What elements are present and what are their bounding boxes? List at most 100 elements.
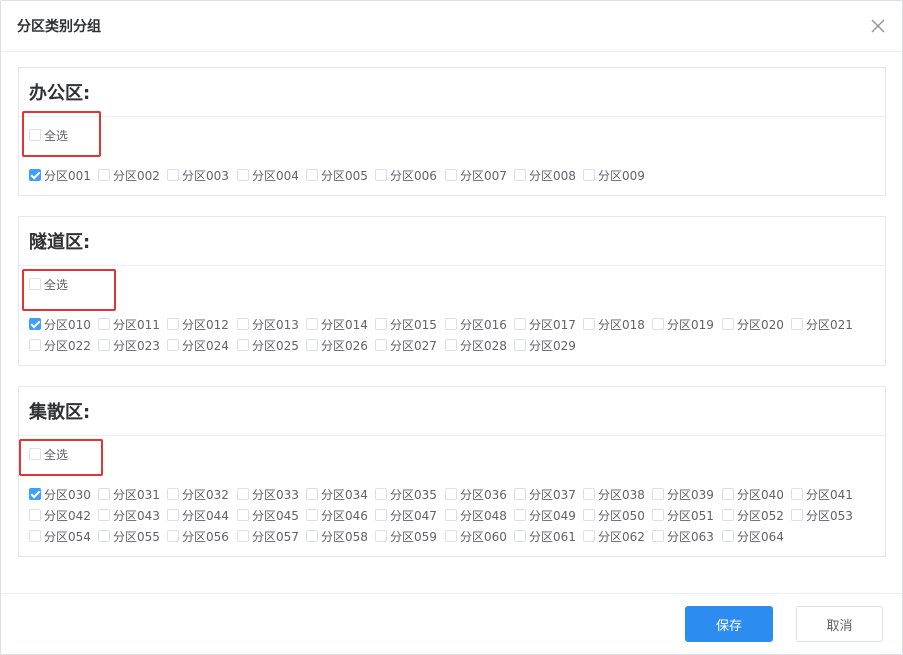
partition-checkbox[interactable]: 分区043 [98,506,160,524]
checkbox-box[interactable] [167,530,179,542]
partition-checkbox[interactable]: 分区030 [29,485,91,503]
partition-checkbox[interactable]: 分区053 [791,506,853,524]
checkbox-box[interactable] [445,488,457,500]
checkbox-box[interactable] [167,509,179,521]
checkbox-box[interactable] [375,488,387,500]
partition-checkbox[interactable]: 分区051 [652,506,714,524]
partition-checkbox[interactable]: 分区011 [98,315,160,333]
partition-checkbox[interactable]: 分区026 [306,336,368,354]
partition-checkbox[interactable]: 分区048 [445,506,507,524]
partition-checkbox[interactable]: 分区033 [237,485,299,503]
checkbox-box[interactable] [445,318,457,330]
select-all-checkbox[interactable]: 全选 [29,126,68,144]
partition-checkbox[interactable]: 分区019 [652,315,714,333]
partition-checkbox[interactable]: 分区028 [445,336,507,354]
partition-checkbox[interactable]: 分区046 [306,506,368,524]
checkbox-box[interactable] [237,318,249,330]
partition-checkbox[interactable]: 分区008 [514,166,576,184]
checkbox-box[interactable] [167,339,179,351]
checkbox-box[interactable] [652,488,664,500]
checkbox-box[interactable] [652,530,664,542]
close-icon[interactable] [869,17,887,35]
partition-checkbox[interactable]: 分区017 [514,315,576,333]
partition-checkbox[interactable]: 分区013 [237,315,299,333]
partition-checkbox[interactable]: 分区016 [445,315,507,333]
checkbox-box[interactable] [583,318,595,330]
partition-checkbox[interactable]: 分区055 [98,527,160,545]
checkbox-box[interactable] [583,530,595,542]
partition-checkbox[interactable]: 分区012 [167,315,229,333]
partition-checkbox[interactable]: 分区047 [375,506,437,524]
checkbox-box[interactable] [791,318,803,330]
checkbox-box[interactable] [167,318,179,330]
partition-checkbox[interactable]: 分区049 [514,506,576,524]
partition-checkbox[interactable]: 分区001 [29,166,91,184]
partition-checkbox[interactable]: 分区037 [514,485,576,503]
partition-checkbox[interactable]: 分区023 [98,336,160,354]
partition-checkbox[interactable]: 分区036 [445,485,507,503]
checkbox-box[interactable] [29,530,41,542]
partition-checkbox[interactable]: 分区020 [722,315,784,333]
checkbox-box[interactable] [237,530,249,542]
checkbox-box[interactable] [167,488,179,500]
partition-checkbox[interactable]: 分区010 [29,315,91,333]
checkbox-box[interactable] [29,278,41,290]
checkbox-box[interactable] [445,509,457,521]
checkbox-box[interactable] [167,169,179,181]
checkbox-box[interactable] [98,318,110,330]
partition-checkbox[interactable]: 分区002 [98,166,160,184]
checkbox-box[interactable] [375,318,387,330]
checkbox-box[interactable] [98,169,110,181]
partition-checkbox[interactable]: 分区063 [652,527,714,545]
partition-checkbox[interactable]: 分区009 [583,166,645,184]
partition-checkbox[interactable]: 分区018 [583,315,645,333]
checkbox-box[interactable] [29,339,41,351]
partition-checkbox[interactable]: 分区050 [583,506,645,524]
checkbox-box[interactable] [722,318,734,330]
partition-checkbox[interactable]: 分区005 [306,166,368,184]
checkbox-box[interactable] [652,509,664,521]
save-button[interactable]: 保存 [685,606,773,642]
checkbox-box[interactable] [514,318,526,330]
partition-checkbox[interactable]: 分区034 [306,485,368,503]
checkbox-box[interactable] [306,530,318,542]
checkbox-box[interactable] [652,318,664,330]
checkbox-box[interactable] [375,509,387,521]
checkbox-box[interactable] [237,169,249,181]
partition-checkbox[interactable]: 分区025 [237,336,299,354]
checkbox-box[interactable] [514,169,526,181]
checkbox-box[interactable] [306,488,318,500]
partition-checkbox[interactable]: 分区057 [237,527,299,545]
checkbox-box[interactable] [791,509,803,521]
checkbox-box[interactable] [722,509,734,521]
partition-checkbox[interactable]: 分区006 [375,166,437,184]
checkbox-box[interactable] [583,509,595,521]
select-all-checkbox[interactable]: 全选 [29,275,68,293]
checkbox-box[interactable] [445,530,457,542]
checkbox-box[interactable] [306,339,318,351]
partition-checkbox[interactable]: 分区045 [237,506,299,524]
partition-checkbox[interactable]: 分区021 [791,315,853,333]
checkbox-box[interactable] [98,488,110,500]
cancel-button[interactable]: 取消 [796,606,883,642]
checkbox-box[interactable] [237,339,249,351]
checkbox-box[interactable] [29,448,41,460]
checkbox-box[interactable] [791,488,803,500]
partition-checkbox[interactable]: 分区062 [583,527,645,545]
partition-checkbox[interactable]: 分区035 [375,485,437,503]
checkbox-box[interactable] [514,488,526,500]
checkbox-box[interactable] [722,530,734,542]
partition-checkbox[interactable]: 分区038 [583,485,645,503]
checkbox-box[interactable] [237,488,249,500]
checkbox-box[interactable] [29,169,41,181]
checkbox-box[interactable] [514,339,526,351]
checkbox-box[interactable] [306,318,318,330]
partition-checkbox[interactable]: 分区003 [167,166,229,184]
checkbox-box[interactable] [375,169,387,181]
checkbox-box[interactable] [375,339,387,351]
checkbox-box[interactable] [445,339,457,351]
partition-checkbox[interactable]: 分区039 [652,485,714,503]
partition-checkbox[interactable]: 分区058 [306,527,368,545]
partition-checkbox[interactable]: 分区032 [167,485,229,503]
checkbox-box[interactable] [375,530,387,542]
